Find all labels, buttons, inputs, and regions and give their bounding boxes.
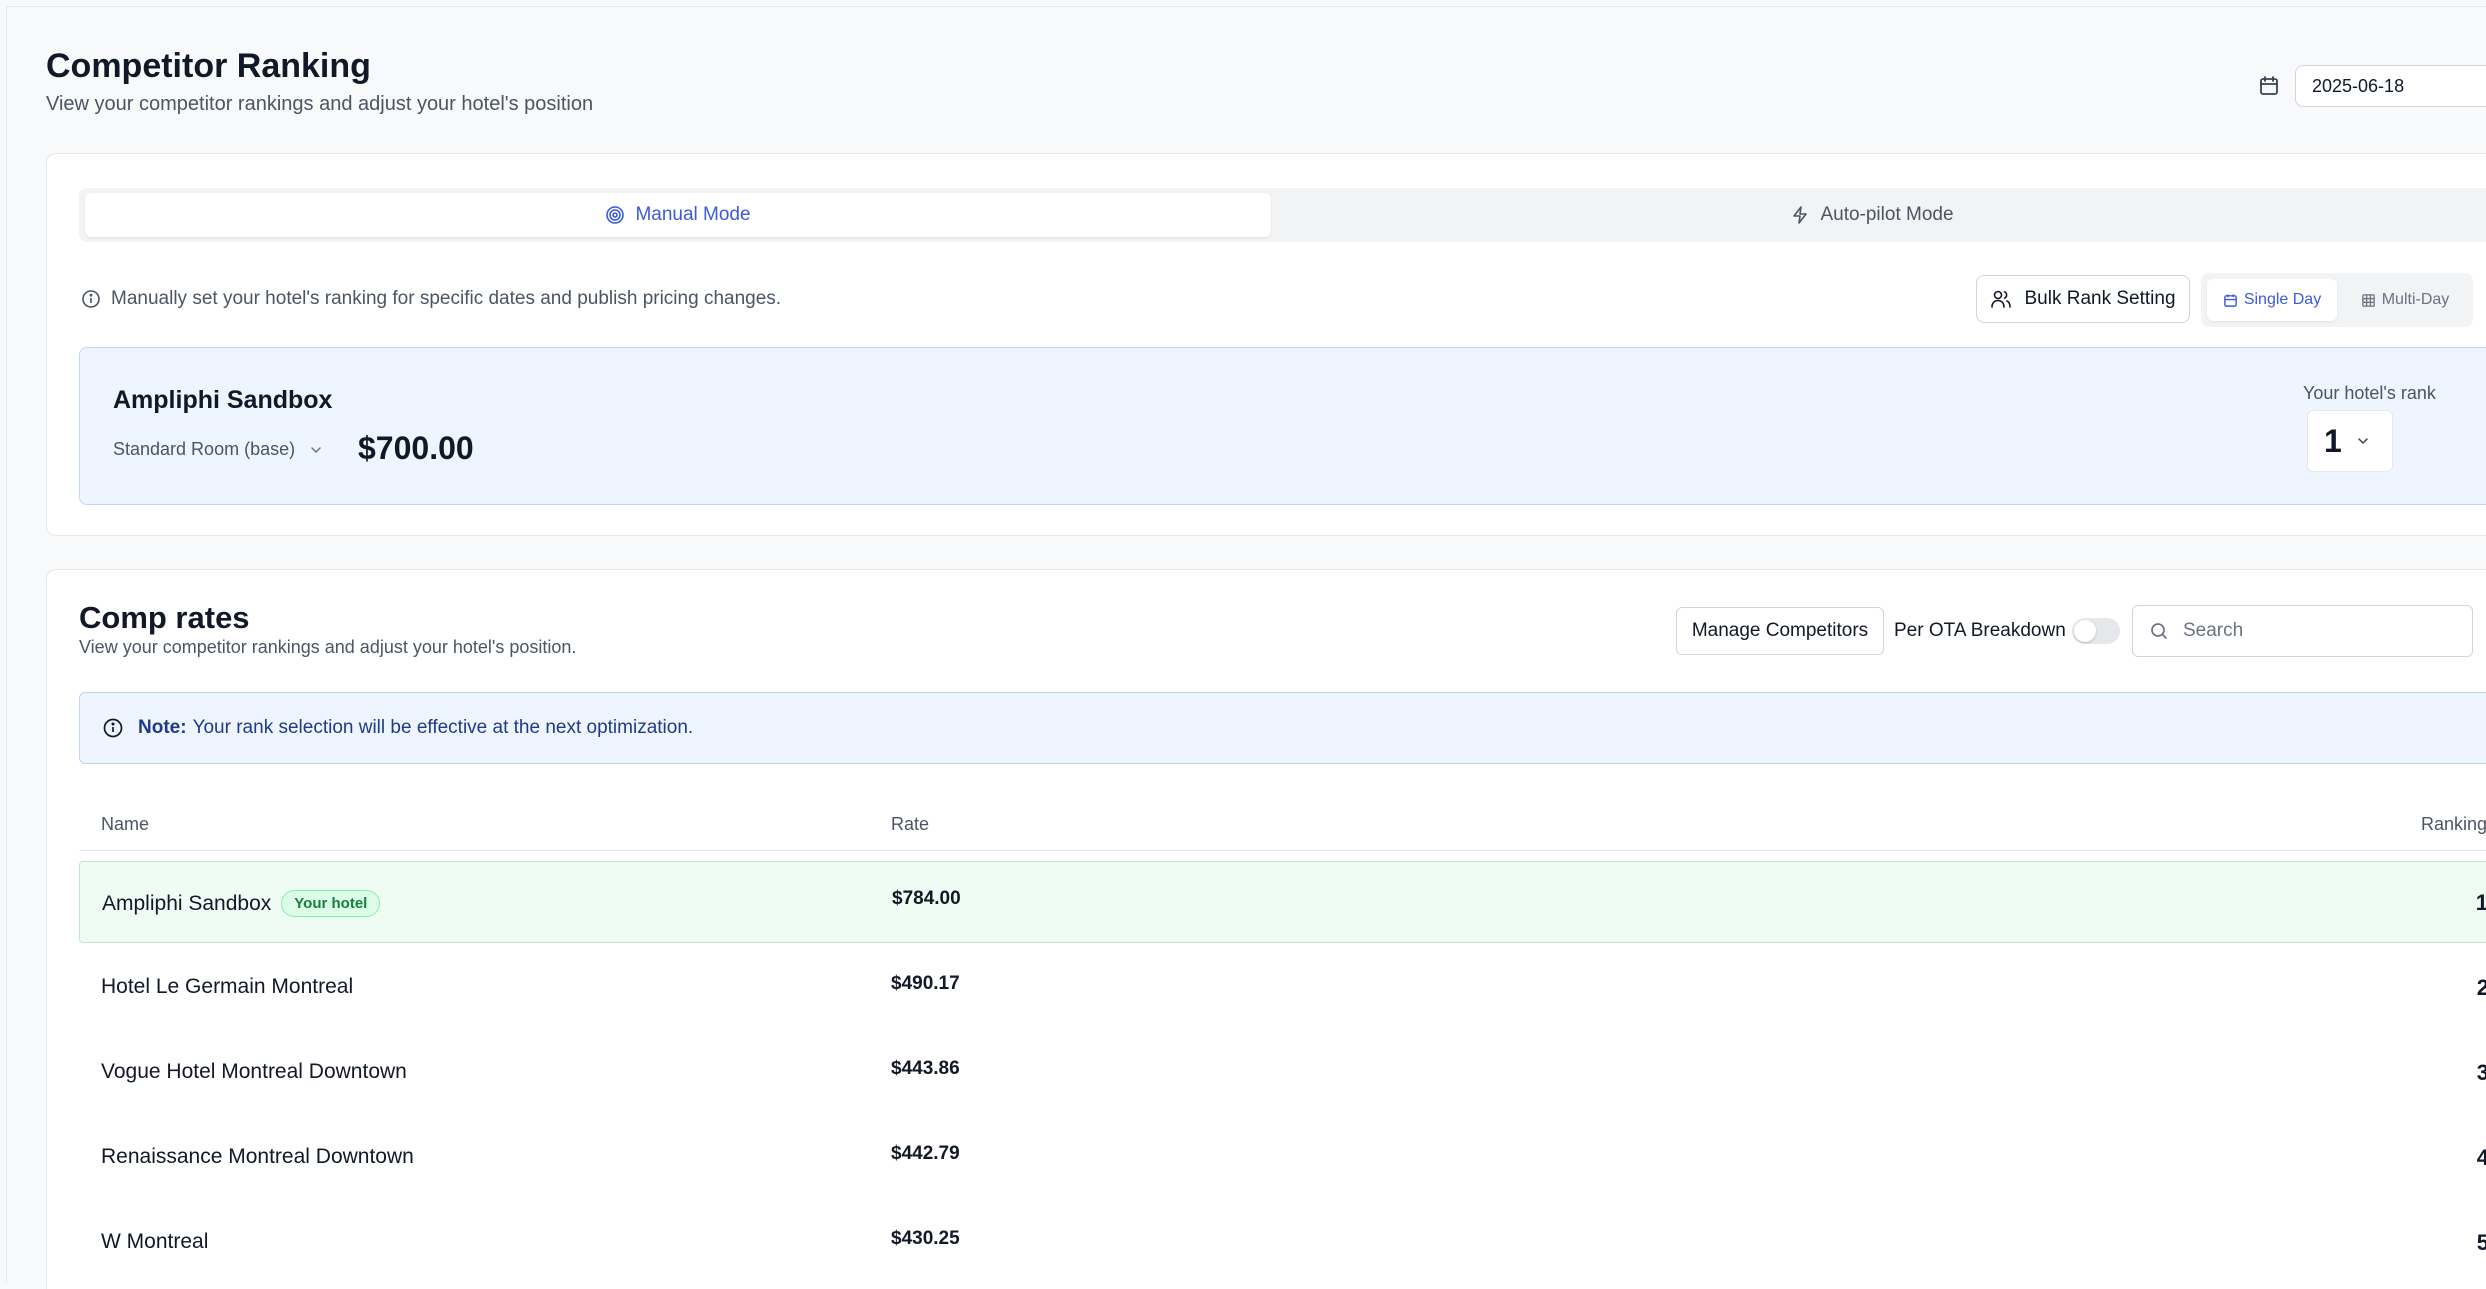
room-type-value: Standard Room (base) (113, 439, 296, 459)
row-hotel-name: Ampliphi Sandbox (102, 891, 272, 915)
calendar-icon (2260, 76, 2278, 95)
manual-info: Manually set your hotel's ranking for sp… (81, 288, 781, 310)
lightning-icon (1793, 206, 1808, 224)
bulk-rank-setting-label: Bulk Rank Setting (2024, 288, 2176, 309)
per-ota-breakdown-label: Per OTA Breakdown (1894, 620, 2066, 641)
comp-rates-title: Comp rates (79, 600, 250, 635)
row-hotel-name: Vogue Hotel Montreal Downtown (101, 1060, 407, 1083)
row-hotel-name: Renaissance Montreal Downtown (101, 1145, 414, 1168)
single-day-option[interactable]: Single Day (2207, 279, 2337, 321)
users-icon (1991, 290, 2012, 308)
row-rate: $443.86 (891, 1058, 960, 1079)
hotel-panel: Ampliphi Sandbox Standard Room (base) $7… (79, 347, 2486, 505)
multi-day-label: Multi-Day (2381, 291, 2450, 308)
row-rate: $430.25 (891, 1228, 960, 1249)
table-row[interactable]: Hotel Le Germain Montreal $490.17 2 (79, 947, 2486, 1029)
multi-day-option[interactable]: Multi-Day (2341, 279, 2469, 321)
hotel-price: $700.00 (358, 430, 474, 466)
column-header-name[interactable]: Name (101, 814, 149, 835)
page-subtitle: View your competitor rankings and adjust… (46, 93, 594, 115)
tab-manual-mode-label: Manual Mode (635, 204, 751, 225)
search-box (2132, 605, 2473, 657)
row-rank: 2 (2476, 975, 2486, 1000)
grid-icon (2361, 293, 2375, 307)
table-row[interactable]: Vogue Hotel Montreal Downtown $443.86 3 (79, 1032, 2486, 1114)
tab-autopilot-mode[interactable]: Auto-pilot Mode (1279, 193, 2465, 237)
hotel-rank-value: 1 (2324, 422, 2342, 459)
row-rank: 5 (2476, 1230, 2486, 1255)
bulk-rank-setting-button[interactable]: Bulk Rank Setting (1976, 275, 2190, 323)
tab-autopilot-mode-label: Auto-pilot Mode (1820, 204, 1954, 225)
column-header-ranking[interactable]: Ranking (2421, 814, 2486, 835)
room-type-select[interactable]: Standard Room (base) (113, 439, 323, 460)
manage-competitors-button[interactable]: Manage Competitors (1676, 607, 1884, 655)
page-title: Competitor Ranking (46, 47, 371, 85)
row-rate: $442.79 (891, 1143, 960, 1164)
table-row[interactable]: Ampliphi Sandbox Your hotel $784.00 1 (79, 861, 2486, 943)
search-icon (2151, 623, 2167, 639)
row-rate: $784.00 (892, 888, 961, 909)
table-header: Name Rate Ranking (79, 804, 2486, 851)
date-input[interactable]: 2025-06-18 (2295, 65, 2486, 107)
target-icon (606, 206, 625, 224)
note-banner: Note: Your rank selection will be effect… (79, 692, 2486, 764)
toggle-knob (2074, 620, 2096, 642)
row-hotel-name: W Montreal (101, 1230, 209, 1253)
hotel-rank-select[interactable]: 1 (2307, 410, 2393, 472)
your-hotel-badge: Your hotel (281, 890, 381, 917)
note-label: Note: (138, 717, 187, 738)
table-row[interactable]: W Montreal $430.25 5 (79, 1202, 2486, 1284)
tab-manual-mode[interactable]: Manual Mode (85, 193, 1271, 237)
chevron-down-icon (2358, 438, 2368, 445)
row-rank: 4 (2476, 1145, 2486, 1170)
row-rank: 1 (2475, 890, 2486, 915)
mode-tabs: Manual Mode Auto-pilot Mode (79, 188, 2486, 242)
per-ota-breakdown-toggle[interactable] (2072, 618, 2120, 644)
date-picker: 2025-06-18 (2257, 65, 2486, 107)
note-text: Your rank selection will be effective at… (192, 717, 694, 738)
info-icon (82, 290, 100, 308)
search-input[interactable] (2181, 619, 2455, 643)
date-value: 2025-06-18 (2312, 75, 2405, 96)
chevron-down-icon (311, 446, 321, 453)
comp-rates-card: Comp rates View your competitor rankings… (46, 569, 2486, 1289)
row-rank: 3 (2476, 1060, 2486, 1085)
table-row[interactable]: Renaissance Montreal Downtown $442.79 4 (79, 1117, 2486, 1199)
day-mode-toggle: Single Day Multi-Day (2201, 273, 2473, 327)
column-header-rate[interactable]: Rate (891, 814, 929, 835)
comp-rates-subtitle: View your competitor rankings and adjust… (79, 637, 577, 657)
calendar-icon (2223, 293, 2237, 307)
ranking-card: Manual Mode Auto-pilot Mode Manually set… (46, 153, 2486, 536)
single-day-label: Single Day (2243, 291, 2322, 308)
info-icon (103, 718, 123, 738)
row-rate: $490.17 (891, 973, 960, 994)
rank-label: Your hotel's rank (2303, 383, 2436, 403)
manual-info-text: Manually set your hotel's ranking for sp… (111, 288, 782, 309)
row-hotel-name: Hotel Le Germain Montreal (101, 975, 354, 998)
hotel-name: Ampliphi Sandbox (113, 386, 333, 414)
app-frame: Competitor Ranking View your competitor … (6, 6, 2486, 1289)
